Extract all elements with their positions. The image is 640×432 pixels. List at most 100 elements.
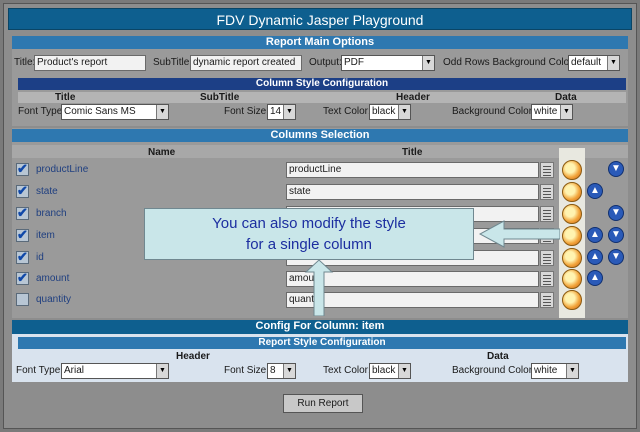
move-down-icon[interactable]: ▼ xyxy=(608,227,624,243)
col-name-header: Name xyxy=(148,147,176,158)
chevron-down-icon: ▼ xyxy=(398,364,410,378)
chevron-down-icon: ▼ xyxy=(560,105,572,119)
config-font-size-label: Font Size: xyxy=(224,365,270,376)
title-label: Title: xyxy=(14,57,36,68)
column-style-header: Column Style Configuration xyxy=(18,78,626,90)
callout-box: You can also modify the style for a sing… xyxy=(144,208,474,260)
config-column-header: Config For Column: item xyxy=(12,320,628,334)
config-text-color-select[interactable]: black ▼ xyxy=(369,363,411,379)
column-name: item xyxy=(36,230,55,241)
text-color-label: Text Color: xyxy=(323,106,371,117)
move-up-icon[interactable]: ▲ xyxy=(587,227,603,243)
callout-arrow-down xyxy=(304,259,334,316)
subtitle-label: SubTitle: xyxy=(153,57,193,68)
callout-line-2: for a single column xyxy=(246,236,372,253)
column-checkbox[interactable]: ✔ xyxy=(16,183,29,198)
font-type-select[interactable]: Comic Sans MS ▼ xyxy=(61,104,169,120)
edit-icon[interactable] xyxy=(540,162,554,178)
run-report-button[interactable]: Run Report xyxy=(283,394,363,413)
edit-icon[interactable] xyxy=(540,292,554,308)
column-name: state xyxy=(36,186,58,197)
chevron-down-icon: ▼ xyxy=(156,105,168,119)
config-bg-color-label: Background Color: xyxy=(452,365,535,376)
column-checkbox[interactable]: ✔ xyxy=(16,249,29,264)
move-down-icon[interactable]: ▼ xyxy=(608,161,624,177)
oddrows-label: Odd Rows Background Color: xyxy=(443,57,576,68)
column-name: id xyxy=(36,252,44,263)
title-input[interactable]: Product's report xyxy=(34,55,146,71)
palette-icon[interactable] xyxy=(562,226,582,246)
output-label: Output: xyxy=(309,57,342,68)
font-type-value: Comic Sans MS xyxy=(64,106,136,117)
move-up-icon[interactable]: ▲ xyxy=(587,249,603,265)
column-checkbox[interactable]: ✔ xyxy=(16,227,29,242)
palette-icon[interactable] xyxy=(562,269,582,289)
columns-header: Columns Selection xyxy=(12,129,628,142)
move-up-icon[interactable]: ▲ xyxy=(587,270,603,286)
edit-icon[interactable] xyxy=(540,250,554,266)
font-size-value: 14 xyxy=(270,106,282,117)
palette-icon[interactable] xyxy=(562,204,582,224)
font-type-label: Font Type: xyxy=(18,106,66,117)
move-down-icon[interactable]: ▼ xyxy=(608,249,624,265)
palette-icon[interactable] xyxy=(562,160,582,180)
checkmark-icon: ✔ xyxy=(17,205,28,220)
palette-icon[interactable] xyxy=(562,182,582,202)
bg-color-label: Background Color: xyxy=(452,106,535,117)
palette-icon[interactable] xyxy=(562,248,582,268)
column-name: productLine xyxy=(36,164,89,175)
column-checkbox[interactable]: ✔ xyxy=(16,270,29,285)
chevron-down-icon: ▼ xyxy=(607,56,619,70)
config-font-size-select[interactable]: 8 ▼ xyxy=(267,363,296,379)
edit-icon[interactable] xyxy=(540,184,554,200)
config-text-color-value: black xyxy=(372,365,396,376)
subtitle-input[interactable]: dynamic report created xyxy=(190,55,302,71)
bg-color-value: white xyxy=(534,106,558,117)
text-color-value: black xyxy=(372,106,396,117)
chevron-down-icon: ▼ xyxy=(422,56,434,70)
checkmark-icon: ✔ xyxy=(17,227,28,242)
config-text-color-label: Text Color: xyxy=(323,365,371,376)
config-group-header: Header xyxy=(176,351,210,362)
column-checkbox[interactable]: ✔ xyxy=(16,161,29,176)
config-bg-color-select[interactable]: white ▼ xyxy=(531,363,579,379)
text-color-select[interactable]: black ▼ xyxy=(369,104,411,120)
checkmark-icon: ✔ xyxy=(17,270,28,285)
palette-icon[interactable] xyxy=(562,290,582,310)
config-font-type-label: Font Type: xyxy=(16,365,64,376)
font-size-select[interactable]: 14 ▼ xyxy=(267,104,296,120)
chevron-down-icon: ▼ xyxy=(566,364,578,378)
group-subtitle: SubTitle xyxy=(200,92,240,103)
bg-color-select[interactable]: white ▼ xyxy=(531,104,573,120)
callout-arrow-right xyxy=(478,220,560,248)
checkmark-icon: ✔ xyxy=(17,161,28,176)
output-select[interactable]: PDF ▼ xyxy=(341,55,435,71)
group-title: Title xyxy=(55,92,76,103)
oddrows-select-value: default xyxy=(571,57,602,68)
group-header: Header xyxy=(396,92,430,103)
column-name: quantity xyxy=(36,294,72,305)
main-options-header: Report Main Options xyxy=(12,36,628,49)
chevron-down-icon: ▼ xyxy=(156,364,168,378)
font-size-label: Font Size: xyxy=(224,106,270,117)
checkmark-icon: ✔ xyxy=(17,249,28,264)
config-font-size-value: 8 xyxy=(270,365,276,376)
checkmark-icon: ✔ xyxy=(17,183,28,198)
config-font-type-select[interactable]: Arial ▼ xyxy=(61,363,169,379)
column-checkbox[interactable] xyxy=(16,293,29,306)
col-title-header: Title xyxy=(402,147,423,158)
column-title-input[interactable]: state xyxy=(286,184,539,200)
chevron-down-icon: ▼ xyxy=(283,105,295,119)
app-title: FDV Dynamic Jasper Playground xyxy=(8,8,632,30)
output-select-value: PDF xyxy=(344,57,364,68)
column-style-groups-row xyxy=(18,92,626,103)
move-up-icon[interactable]: ▲ xyxy=(587,183,603,199)
column-title-input[interactable]: productLine xyxy=(286,162,539,178)
table-row: ✔ state state ▲ xyxy=(12,182,626,203)
move-down-icon[interactable]: ▼ xyxy=(608,205,624,221)
group-data: Data xyxy=(555,92,577,103)
config-font-type-value: Arial xyxy=(64,365,85,376)
oddrows-select[interactable]: default ▼ xyxy=(568,55,620,71)
column-checkbox[interactable]: ✔ xyxy=(16,205,29,220)
edit-icon[interactable] xyxy=(540,271,554,287)
